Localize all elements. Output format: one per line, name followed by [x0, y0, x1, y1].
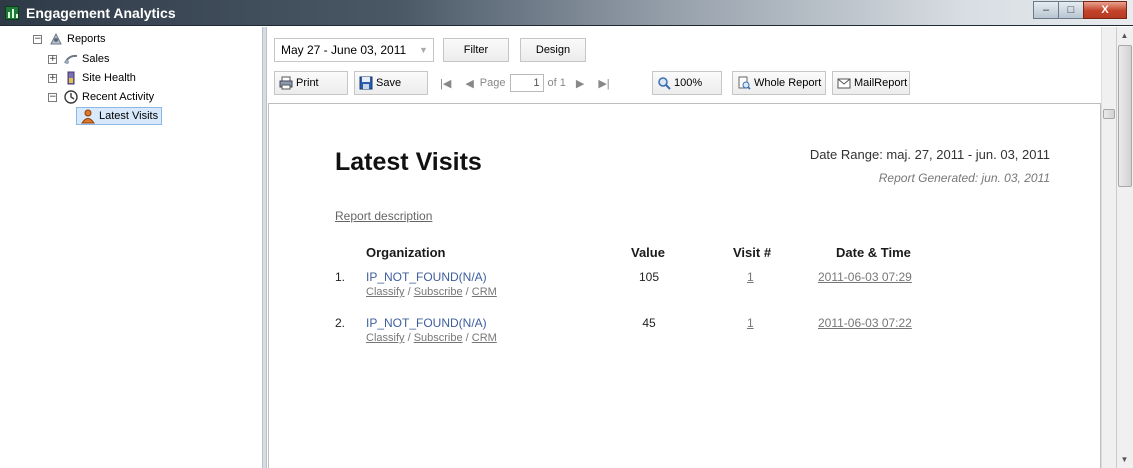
visit-link[interactable]: 1 [747, 270, 754, 284]
report-toolbar: May 27 - June 03, 2011 ▼ Filter Design P… [267, 27, 1116, 103]
visit-link[interactable]: 1 [747, 316, 754, 330]
column-header-datetime: Date & Time [836, 245, 911, 260]
expand-icon[interactable]: + [48, 73, 57, 83]
row-number: 1. [335, 270, 346, 284]
collapse-icon[interactable]: − [33, 34, 42, 44]
page-label: Page [479, 77, 506, 89]
tree-item-reports[interactable]: − Reports [33, 30, 106, 48]
tree-item-site-health[interactable]: + Site Health [48, 69, 136, 87]
tree-item-latest-visits[interactable]: Latest Visits [76, 107, 163, 125]
tree-item-label: Sales [82, 53, 110, 65]
separator: / [404, 286, 414, 298]
clock-icon [63, 89, 79, 105]
value-cell: 45 [642, 316, 656, 330]
crm-link[interactable]: CRM [472, 332, 497, 344]
magnifier-icon [657, 76, 671, 90]
subscribe-link[interactable]: Subscribe [414, 286, 463, 298]
page-navigator: |◀ ◀ Page 1 of 1 ▶ ▶| [440, 71, 610, 95]
tree-item-sales[interactable]: + Sales [48, 50, 110, 68]
save-label: Save [376, 77, 402, 89]
outer-vertical-scrollbar[interactable]: ▲ ▼ [1116, 27, 1133, 468]
classify-link[interactable]: Classify [366, 286, 405, 298]
page-zoom-icon [737, 76, 751, 90]
column-header-value: Value [631, 245, 665, 260]
report-date-range: Date Range: maj. 27, 2011 - jun. 03, 201… [809, 147, 1050, 162]
row-actions: Classify / Subscribe / CRM [366, 286, 497, 298]
row-number: 2. [335, 316, 346, 330]
tree-item-label: Site Health [82, 72, 136, 84]
print-label: Print [296, 77, 319, 89]
tree-item-label: Latest Visits [99, 110, 159, 122]
window-controls: – □ X [1033, 1, 1127, 19]
report-viewer: Latest Visits Date Range: maj. 27, 2011 … [268, 103, 1101, 468]
row-actions: Classify / Subscribe / CRM [366, 332, 497, 344]
organization-link[interactable]: IP_NOT_FOUND(N/A) [366, 270, 487, 284]
sales-icon [63, 51, 79, 67]
mail-report-label: MailReport [854, 77, 908, 89]
floppy-disk-icon [359, 76, 373, 90]
whole-report-button[interactable]: Whole Report [732, 71, 826, 95]
scroll-down-icon[interactable]: ▼ [1117, 451, 1132, 468]
organization-link[interactable]: IP_NOT_FOUND(N/A) [366, 316, 487, 330]
tree-item-recent-activity[interactable]: − Recent Activity [48, 88, 154, 106]
classify-link[interactable]: Classify [366, 332, 405, 344]
date-range-select[interactable]: May 27 - June 03, 2011 ▼ [274, 38, 434, 62]
title-bar: Engagement Analytics – □ X [0, 0, 1133, 26]
design-button[interactable]: Design [520, 38, 586, 62]
report-title: Latest Visits [335, 148, 482, 176]
inner-vertical-scrollbar[interactable] [1101, 27, 1116, 468]
filter-button[interactable]: Filter [443, 38, 509, 62]
crm-link[interactable]: CRM [472, 286, 497, 298]
column-header-organization: Organization [366, 245, 446, 260]
printer-icon [279, 76, 293, 90]
zoom-button[interactable]: 100% [652, 71, 722, 95]
page-number-input[interactable]: 1 [509, 74, 544, 92]
page-count: of 1 [547, 77, 566, 89]
separator: / [462, 332, 472, 344]
analytics-app-icon [5, 6, 19, 20]
reports-icon [48, 31, 64, 47]
next-page-icon[interactable]: ▶ [576, 77, 584, 90]
report-generated-date: Report Generated: jun. 03, 2011 [878, 171, 1050, 185]
window-title: Engagement Analytics [26, 5, 176, 21]
collapse-icon[interactable]: − [48, 92, 57, 102]
envelope-icon [837, 76, 851, 90]
maximize-button[interactable]: □ [1058, 1, 1084, 19]
save-button[interactable]: Save [354, 71, 428, 95]
chevron-down-icon[interactable]: ▼ [418, 43, 429, 57]
column-header-visit: Visit # [733, 245, 772, 260]
previous-page-icon[interactable]: ◀ [465, 77, 473, 90]
site-health-icon [63, 70, 79, 86]
subscribe-link[interactable]: Subscribe [414, 332, 463, 344]
zoom-label: 100% [674, 77, 703, 89]
tree-item-label: Recent Activity [82, 91, 155, 103]
mail-report-button[interactable]: MailReport [832, 71, 910, 95]
inner-scroll-grip[interactable] [1103, 109, 1115, 119]
scroll-thumb[interactable] [1118, 45, 1132, 187]
separator: / [462, 286, 472, 298]
last-page-icon[interactable]: ▶| [598, 77, 609, 90]
report-description-link[interactable]: Report description [335, 209, 432, 223]
separator: / [404, 332, 414, 344]
datetime-link[interactable]: 2011-06-03 07:29 [818, 270, 912, 284]
value-cell: 105 [638, 270, 660, 284]
whole-report-label: Whole Report [754, 77, 822, 89]
date-range-value: May 27 - June 03, 2011 [281, 43, 407, 57]
tree-item-label: Reports [67, 33, 106, 45]
minimize-button[interactable]: – [1033, 1, 1059, 19]
first-page-icon[interactable]: |◀ [440, 77, 451, 90]
datetime-link[interactable]: 2011-06-03 07:22 [818, 316, 912, 330]
scroll-up-icon[interactable]: ▲ [1117, 27, 1132, 44]
expand-icon[interactable]: + [48, 54, 57, 64]
print-button[interactable]: Print [274, 71, 348, 95]
user-icon [80, 108, 96, 124]
close-button[interactable]: X [1083, 1, 1127, 19]
report-tree: − Reports + Sales + Site Health − Recent… [0, 27, 262, 468]
